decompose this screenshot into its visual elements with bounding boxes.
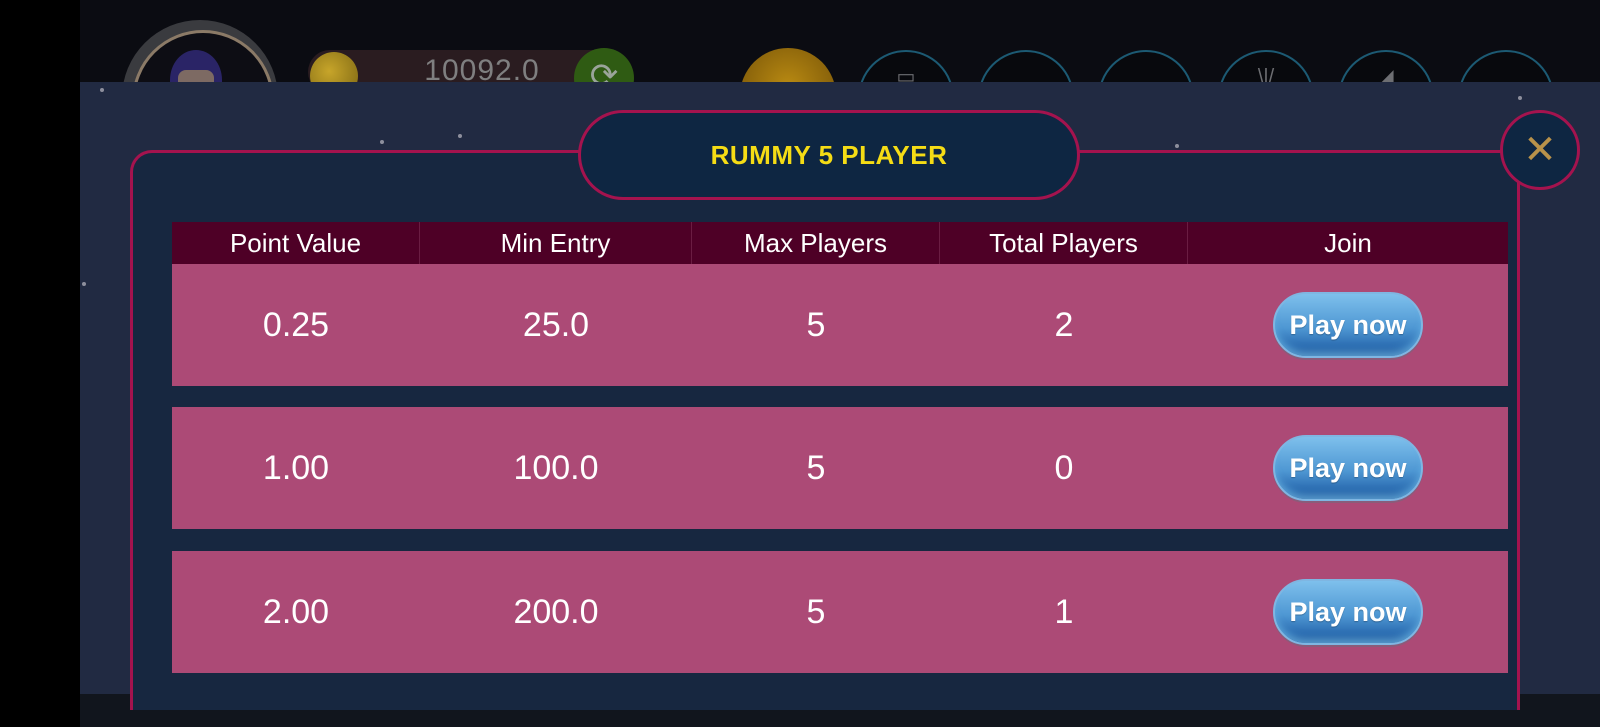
gold-bonus-icon[interactable] <box>740 48 836 82</box>
star-decoration <box>100 88 104 92</box>
join-cell: Play now <box>1188 551 1508 673</box>
join-cell: Play now <box>1188 264 1508 386</box>
column-header-total-players: Total Players <box>940 222 1188 264</box>
gift-icon[interactable]: ▭ <box>858 50 954 82</box>
max-players-cell: 5 <box>806 448 826 487</box>
column-header-max-players: Max Players <box>692 222 940 264</box>
min-entry-cell: 100.0 <box>513 448 599 487</box>
table-header: Point Value Min Entry Max Players Total … <box>172 222 1508 264</box>
settings-icon[interactable] <box>1458 50 1554 82</box>
close-icon: ✕ <box>1523 128 1557 172</box>
table-row: 2.00 200.0 5 1 Play now <box>172 551 1508 673</box>
column-header-join: Join <box>1324 227 1372 258</box>
table-row: 0.25 25.0 5 2 Play now <box>172 264 1508 386</box>
modal-title: RUMMY 5 PLAYER <box>710 139 948 170</box>
play-now-button[interactable]: Play now <box>1273 435 1423 501</box>
coin-balance: 10092.0 <box>424 54 540 82</box>
avatar-face <box>178 70 214 82</box>
megaphone-icon[interactable]: ◢ <box>1338 50 1434 82</box>
modal-title-pill: RUMMY 5 PLAYER <box>578 110 1080 200</box>
point-value-cell: 0.25 <box>262 305 330 344</box>
point-value-cell: 2.00 <box>262 592 330 631</box>
play-now-button[interactable]: Play now <box>1273 579 1423 645</box>
total-players-cell: 1 <box>1054 592 1074 631</box>
megaphone-icon-glyph: ◢ <box>1378 66 1394 82</box>
min-entry-cell: 25.0 <box>522 305 590 344</box>
close-button[interactable]: ✕ <box>1500 110 1580 190</box>
bulb-icon[interactable]: \|/ <box>1218 50 1314 82</box>
point-value-cell: 1.00 <box>262 448 330 487</box>
max-players-cell: 5 <box>806 592 826 631</box>
total-players-cell: 0 <box>1054 448 1074 487</box>
star-decoration <box>82 282 86 286</box>
left-black-bar <box>0 0 80 727</box>
total-players-cell: 2 <box>1054 305 1074 344</box>
play-now-button[interactable]: Play now <box>1273 292 1423 358</box>
gift-icon-glyph: ▭ <box>896 66 916 82</box>
top-hud: 10092.0 ⟳ ▭ \|/ ◢ <box>80 0 1600 82</box>
menu-icon-3[interactable] <box>1098 50 1194 82</box>
join-cell: Play now <box>1188 407 1508 529</box>
column-header-point-value: Point Value <box>172 222 420 264</box>
min-entry-cell: 200.0 <box>513 592 599 631</box>
max-players-cell: 5 <box>806 305 826 344</box>
menu-icon-2[interactable] <box>978 50 1074 82</box>
star-decoration <box>1175 144 1179 148</box>
star-decoration <box>458 134 462 138</box>
star-decoration <box>380 140 384 144</box>
bulb-icon-glyph: \|/ <box>1257 66 1275 82</box>
star-decoration <box>1518 96 1522 100</box>
table-row: 1.00 100.0 5 0 Play now <box>172 407 1508 529</box>
refresh-icon: ⟳ <box>589 57 619 82</box>
column-header-min-entry: Min Entry <box>420 222 692 264</box>
